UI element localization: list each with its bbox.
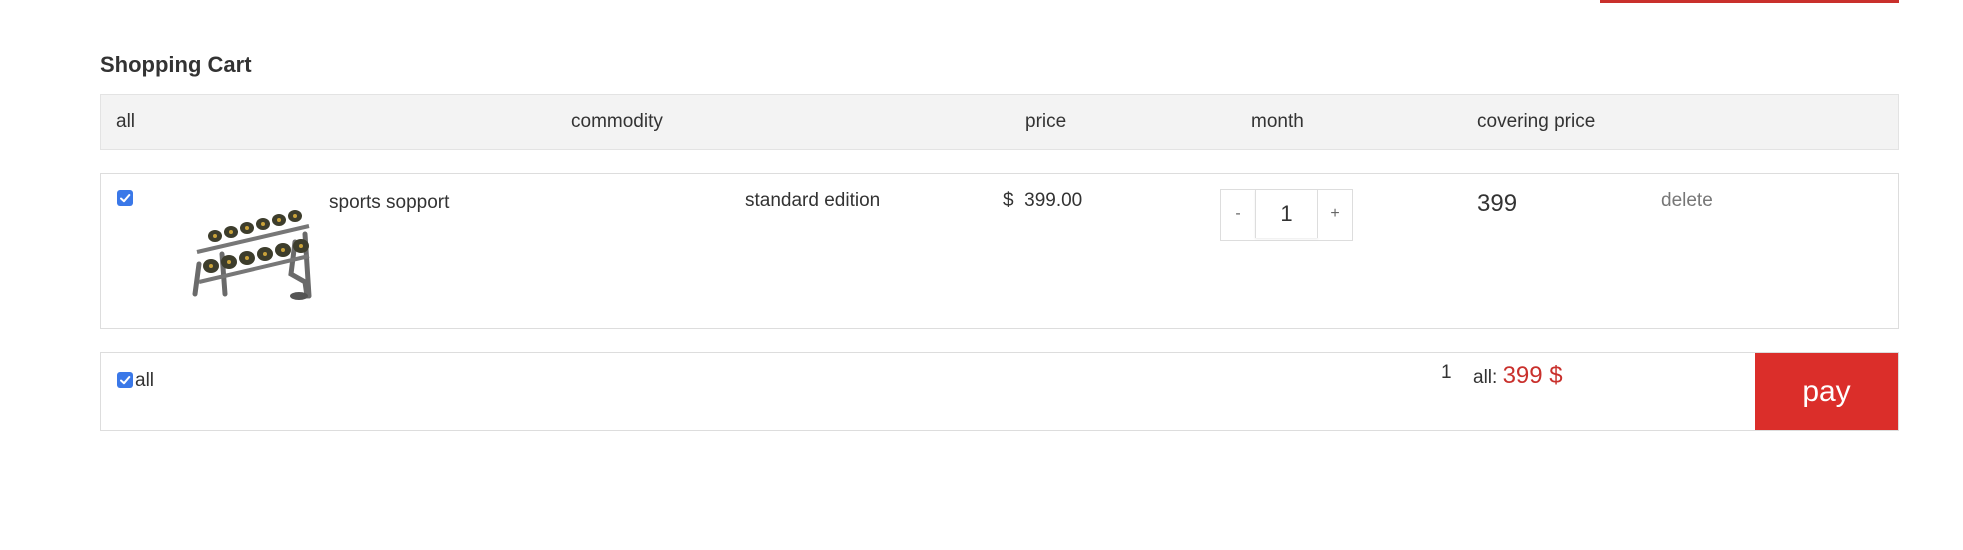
header-month: month [1251, 111, 1304, 132]
page-title: Shopping Cart [100, 52, 252, 77]
pay-button[interactable]: pay [1755, 353, 1898, 430]
header-all: all [116, 111, 136, 132]
product-edition: standard edition [745, 190, 881, 211]
product-price: $ 399.00 [1003, 190, 1082, 212]
checkmark-icon [120, 194, 131, 203]
increment-button[interactable]: + [1318, 190, 1352, 238]
cart-item-row: sports sopport standard edition $ 399.00… [100, 173, 1899, 329]
quantity-input[interactable]: 1 [1255, 190, 1318, 238]
item-subtotal: 399 [1477, 190, 1518, 217]
cart-page: Shopping Cart all commodity price month … [100, 0, 1899, 550]
select-all-checkbox[interactable] [117, 372, 133, 388]
product-name[interactable]: sports sopport [329, 192, 449, 214]
total-area: all: 399 $ [1473, 362, 1563, 390]
cart-footer: all 1 all: 399 $ pay [100, 352, 1899, 431]
decrement-button[interactable]: - [1221, 190, 1255, 238]
checkmark-icon [120, 376, 131, 385]
total-label: all: [1473, 367, 1498, 388]
header-price: price [1025, 111, 1067, 132]
total-value: 399 $ [1502, 362, 1563, 389]
currency-symbol: $ [1003, 190, 1014, 211]
header-commodity: commodity [571, 111, 663, 132]
price-value: 399.00 [1024, 190, 1083, 211]
select-all-label[interactable]: all [135, 370, 154, 392]
delete-button[interactable]: delete [1661, 190, 1713, 212]
header-covering-price: covering price [1477, 111, 1596, 132]
quantity-stepper: - 1 + [1220, 189, 1353, 241]
product-image[interactable] [187, 194, 317, 304]
cart-header: all commodity price month covering price [100, 94, 1899, 150]
item-checkbox[interactable] [117, 190, 133, 206]
selected-count: 1 [1441, 362, 1452, 383]
